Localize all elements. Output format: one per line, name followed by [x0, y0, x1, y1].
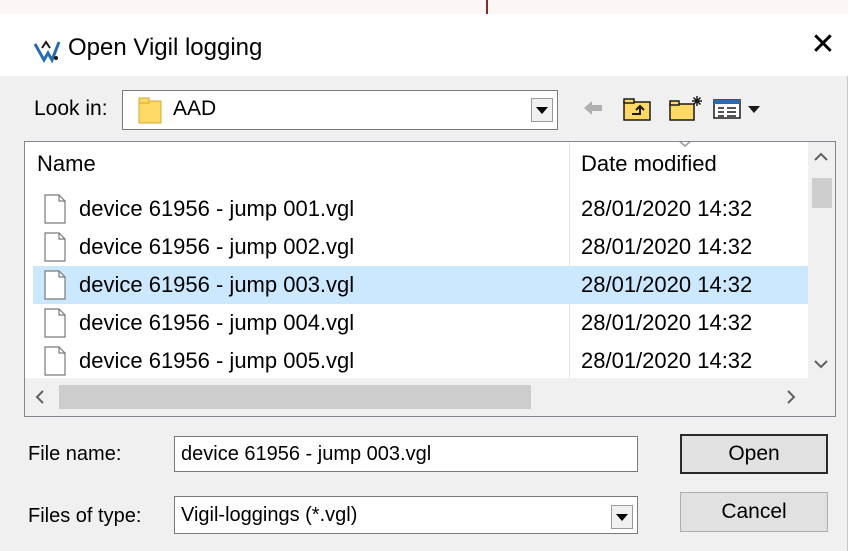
file-icon	[44, 194, 66, 224]
file-row[interactable]: device 61956 - jump 001.vgl 28/01/2020 1…	[33, 190, 808, 228]
files-of-type-dropdown-button[interactable]	[611, 505, 633, 529]
file-name: device 61956 - jump 004.vgl	[79, 310, 355, 335]
file-name: device 61956 - jump 002.vgl	[79, 234, 355, 259]
scroll-right-icon[interactable]	[787, 390, 796, 404]
file-icon	[44, 308, 66, 338]
folder-icon	[138, 97, 162, 124]
open-button[interactable]: Open	[680, 434, 828, 474]
look-in-combobox[interactable]: AAD	[122, 90, 558, 130]
files-of-type-label: Files of type:	[28, 505, 142, 527]
file-row[interactable]: device 61956 - jump 002.vgl 28/01/2020 1…	[33, 228, 808, 266]
scroll-up-icon[interactable]	[814, 152, 828, 161]
file-date: 28/01/2020 14:32	[581, 196, 753, 221]
vertical-scrollbar[interactable]	[808, 142, 835, 378]
view-menu-icon[interactable]	[712, 94, 766, 122]
background-strip	[0, 0, 848, 14]
dialog-title: Open Vigil logging	[68, 34, 263, 61]
files-of-type-value: Vigil-loggings (*.vgl)	[181, 504, 358, 526]
back-arrow-icon[interactable]	[582, 94, 604, 122]
file-date: 28/01/2020 14:32	[581, 234, 753, 259]
file-name-label: File name:	[28, 443, 122, 465]
create-new-folder-icon[interactable]	[668, 94, 704, 122]
file-row[interactable]: device 61956 - jump 005.vgl 28/01/2020 1…	[33, 342, 808, 380]
title-bar: Open Vigil logging ✕	[0, 14, 848, 76]
column-header-date-modified[interactable]: Date modified	[581, 142, 717, 184]
look-in-dropdown-button[interactable]	[531, 98, 553, 122]
cancel-button[interactable]: Cancel	[680, 492, 828, 532]
scroll-left-icon[interactable]	[35, 390, 44, 404]
file-name: device 61956 - jump 003.vgl	[79, 272, 355, 297]
files-of-type-select[interactable]: Vigil-loggings (*.vgl)	[174, 496, 638, 534]
file-date: 28/01/2020 14:32	[581, 348, 753, 373]
background-mark	[486, 0, 488, 14]
file-name: device 61956 - jump 005.vgl	[79, 348, 355, 373]
file-icon	[44, 270, 66, 300]
vigil-app-icon	[33, 40, 61, 64]
file-name-input[interactable]: device 61956 - jump 003.vgl	[174, 436, 638, 472]
chevron-down-icon	[536, 107, 548, 114]
file-icon	[44, 346, 66, 376]
file-list[interactable]: Name Date modified device 61956 - jump 0…	[24, 141, 836, 417]
file-date: 28/01/2020 14:32	[581, 310, 753, 335]
file-name: device 61956 - jump 001.vgl	[79, 196, 355, 221]
open-file-dialog: Open Vigil logging ✕ Look in: AAD Name D…	[0, 0, 848, 551]
file-row[interactable]: device 61956 - jump 004.vgl 28/01/2020 1…	[33, 304, 808, 342]
look-in-value: AAD	[173, 97, 217, 120]
up-one-level-icon[interactable]	[622, 94, 652, 122]
horizontal-scrollbar[interactable]	[25, 378, 835, 416]
column-header-name[interactable]: Name	[37, 142, 96, 184]
file-row-selected[interactable]: device 61956 - jump 003.vgl 28/01/2020 1…	[33, 266, 808, 304]
file-icon	[44, 232, 66, 262]
horizontal-scroll-thumb[interactable]	[59, 385, 531, 409]
chevron-down-icon	[616, 514, 628, 521]
vertical-scroll-thumb[interactable]	[812, 178, 832, 208]
close-icon[interactable]: ✕	[806, 28, 840, 62]
file-date: 28/01/2020 14:32	[581, 272, 753, 297]
look-in-label: Look in:	[34, 97, 108, 120]
scroll-down-icon[interactable]	[814, 360, 828, 369]
